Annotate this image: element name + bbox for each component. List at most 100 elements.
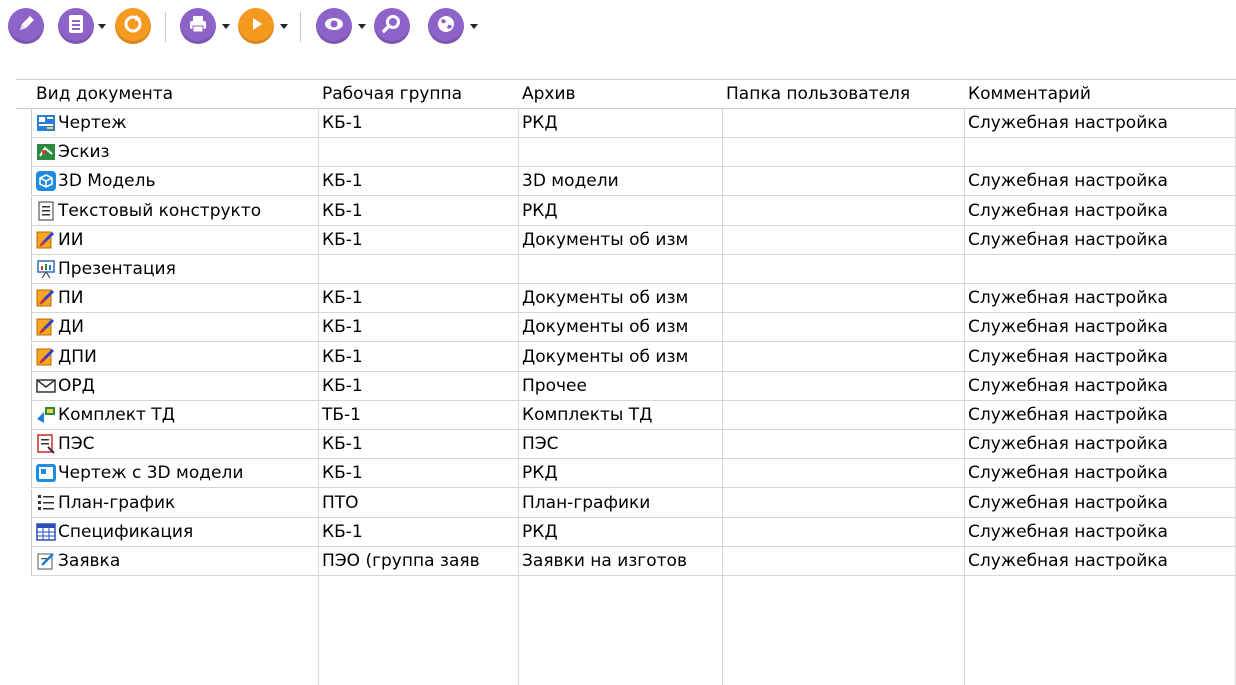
cell-user-folder xyxy=(722,343,964,371)
cell-archive: РКД xyxy=(522,200,558,221)
cell-comment: Служебная настройка xyxy=(968,200,1168,221)
cell-doc-type: Заявка xyxy=(16,547,318,575)
column-header-archive[interactable]: Архив xyxy=(518,80,722,108)
cell-archive xyxy=(518,138,722,166)
cell-work-group: КБ-1 xyxy=(322,463,363,484)
table-row[interactable]: Презентация xyxy=(16,255,1236,284)
cell-archive: ПЭС xyxy=(522,434,559,455)
table-row[interactable]: ИИ КБ-1 Документы об изм Служебная настройк… xyxy=(16,225,1236,255)
envelope-icon xyxy=(36,376,56,396)
print-button[interactable] xyxy=(180,8,216,44)
table-row[interactable]: Спецификация КБ-1 РКД Служебная настройка xyxy=(16,517,1236,547)
sketch-icon xyxy=(36,142,56,162)
table-row[interactable]: Эскиз xyxy=(16,138,1236,168)
cell-comment: Служебная настройка xyxy=(968,113,1168,133)
cell-archive: 3D модели xyxy=(522,171,619,192)
cell-archive xyxy=(518,255,722,283)
cell-work-group xyxy=(318,138,518,166)
cell-doc-type: ОРД xyxy=(16,372,318,400)
printer-icon xyxy=(187,13,209,39)
cell-doc-type: ДИ xyxy=(16,313,318,341)
globe-icon xyxy=(435,13,457,39)
web-button[interactable] xyxy=(428,8,464,44)
column-header-user-folder[interactable]: Папка пользователя xyxy=(722,80,964,108)
specification-icon xyxy=(36,522,56,542)
cell-comment xyxy=(964,138,1236,166)
toolbar-separator xyxy=(165,12,166,42)
column-header-work-group[interactable]: Рабочая группа xyxy=(318,80,518,108)
table-row[interactable]: 3D Модель КБ-1 3D модели Служебная настройк… xyxy=(16,167,1236,197)
drawing-icon xyxy=(36,113,56,133)
document-dropdown-arrow[interactable] xyxy=(98,24,106,29)
cell-comment: Служебная настройка xyxy=(968,346,1168,367)
cell-comment: Служебная настройка xyxy=(968,229,1168,250)
column-header-comment[interactable]: Комментарий xyxy=(964,80,1236,108)
cell-work-group: КБ-1 xyxy=(322,288,363,309)
document-button[interactable] xyxy=(58,8,94,44)
table-row[interactable]: План-график ПТО План-графики Служебная наст… xyxy=(16,488,1236,518)
table-row[interactable]: ПИ КБ-1 Документы об изм Служебная настройк… xyxy=(16,284,1236,314)
doc-type-label: Эскиз xyxy=(58,142,110,163)
pes-icon xyxy=(36,434,56,454)
find-button[interactable] xyxy=(374,8,410,44)
cell-work-group xyxy=(318,255,518,283)
table-row[interactable]: Чертеж с 3D модели КБ-1 РКД Служебная настр… xyxy=(16,459,1236,489)
drawing-3d-icon xyxy=(36,463,56,483)
table-row[interactable]: Комплект ТД ТБ-1 Комплекты ТД Служебная нас… xyxy=(16,401,1236,430)
play-dropdown-arrow[interactable] xyxy=(280,24,288,29)
cell-archive: РКД xyxy=(522,521,558,542)
doc-type-label: 3D Модель xyxy=(58,171,156,192)
text-doc-icon xyxy=(36,201,56,221)
cell-user-folder xyxy=(722,284,964,312)
cell-comment: Служебная настройка xyxy=(968,375,1168,396)
cell-user-folder xyxy=(722,401,964,429)
cell-work-group: КБ-1 xyxy=(322,375,363,396)
cell-work-group: КБ-1 xyxy=(322,171,363,192)
cell-work-group: КБ-1 xyxy=(322,521,363,542)
doc-type-label: План-график xyxy=(58,492,176,513)
table-row[interactable]: ДИ КБ-1 Документы об изм Служебная настройк… xyxy=(16,313,1236,343)
cell-user-folder xyxy=(722,109,964,137)
change-notice-icon xyxy=(36,230,56,250)
table-row[interactable]: ПЭС КБ-1 ПЭС Служебная настройка xyxy=(16,430,1236,460)
table-header: Вид документа Рабочая группа Архив Папка… xyxy=(16,79,1236,109)
web-dropdown-arrow[interactable] xyxy=(470,24,478,29)
change-notice-icon xyxy=(36,288,56,308)
doc-type-label: Комплект ТД xyxy=(58,405,175,425)
cell-work-group: КБ-1 xyxy=(322,229,363,250)
cell-archive: Документы об изм xyxy=(522,288,689,309)
cell-work-group: КБ-1 xyxy=(322,200,363,221)
print-dropdown-arrow[interactable] xyxy=(222,24,230,29)
cell-doc-type: Презентация xyxy=(16,255,318,283)
table-row[interactable]: Текстовый конструкто КБ-1 РКД Служебная нас… xyxy=(16,196,1236,226)
table-row[interactable]: Заявка ПЭО (группа заяв Заявки на изготов С… xyxy=(16,547,1236,576)
toolbar xyxy=(0,0,1236,50)
doc-type-label: ПИ xyxy=(58,288,84,309)
cell-doc-type: Чертеж с 3D модели xyxy=(16,459,318,487)
cell-user-folder xyxy=(722,313,964,341)
refresh-button[interactable] xyxy=(115,8,151,44)
play-button[interactable] xyxy=(238,8,274,44)
table-row[interactable]: Чертеж КБ-1 РКД Служебная настройка xyxy=(16,109,1236,138)
cell-work-group: КБ-1 xyxy=(322,346,363,367)
table-row[interactable]: ДПИ КБ-1 Документы об изм Служебная настрой… xyxy=(16,342,1236,372)
doc-type-label: Чертеж с 3D модели xyxy=(58,463,244,484)
schedule-icon xyxy=(36,493,56,513)
edit-button[interactable] xyxy=(8,8,44,44)
doc-type-label: Презентация xyxy=(58,259,176,279)
presentation-icon xyxy=(36,259,56,279)
magnifier-icon xyxy=(381,13,403,39)
eye-icon xyxy=(322,13,346,39)
cell-user-folder xyxy=(722,226,964,254)
doc-type-label: Текстовый конструкто xyxy=(58,200,262,221)
doc-type-label: ИИ xyxy=(58,229,84,250)
cell-comment: Служебная настройка xyxy=(968,434,1168,455)
cell-archive: Прочее xyxy=(522,375,587,396)
view-dropdown-arrow[interactable] xyxy=(358,24,366,29)
table-row[interactable]: ОРД КБ-1 Прочее Служебная настройка xyxy=(16,371,1236,401)
cell-work-group: КБ-1 xyxy=(322,113,363,133)
cell-user-folder xyxy=(722,489,964,517)
view-button[interactable] xyxy=(316,8,352,44)
toolbar-separator xyxy=(300,12,301,42)
column-header-doc-type[interactable]: Вид документа xyxy=(32,80,334,108)
